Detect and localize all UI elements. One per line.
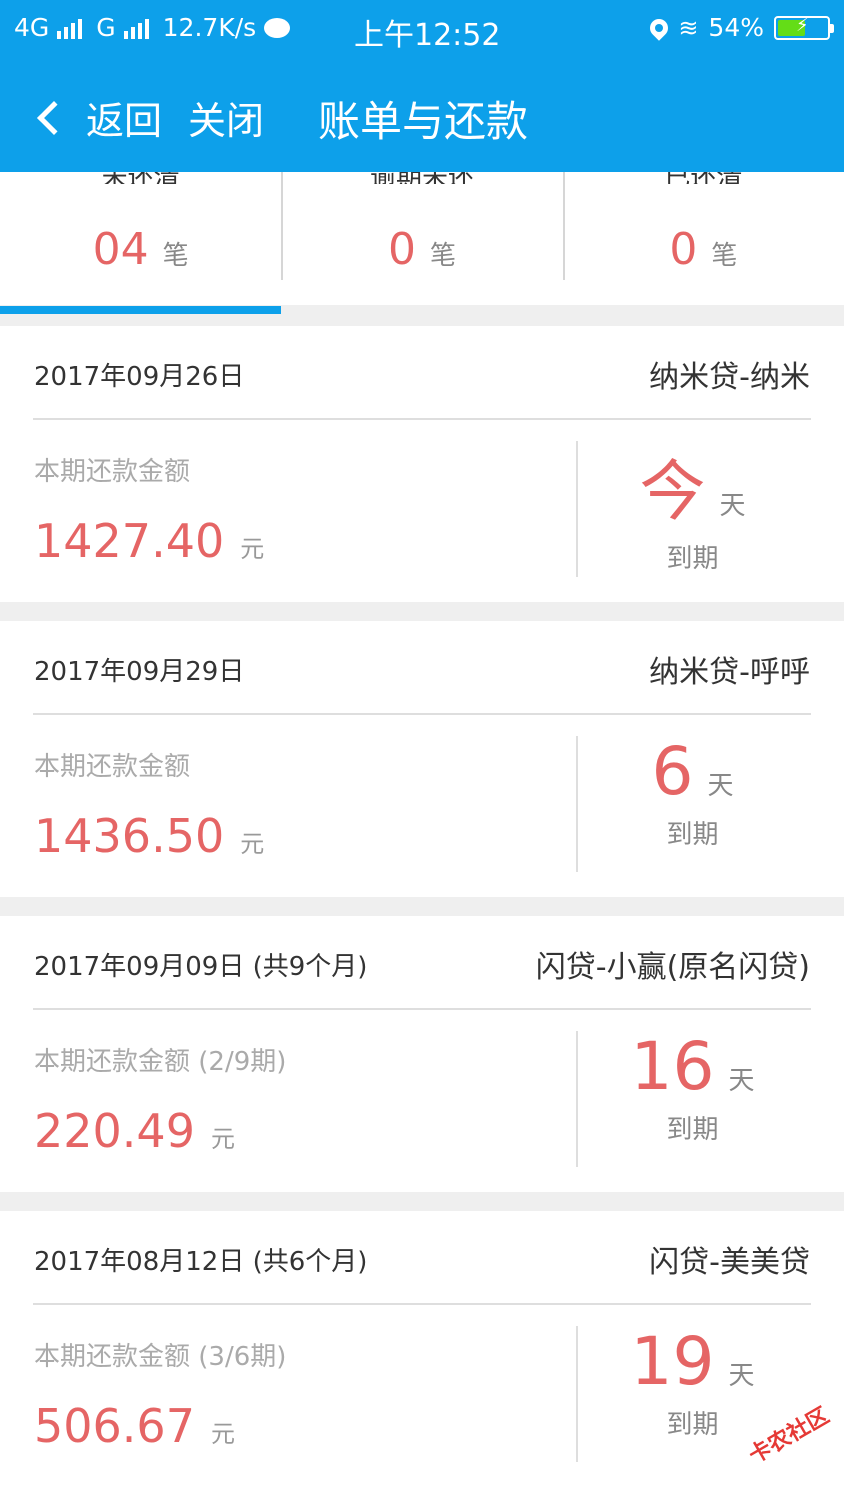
chat-bubble-icon [264, 17, 291, 38]
due-label: 到期 [666, 544, 719, 574]
tab-count: 0笔 [281, 224, 562, 275]
due-days: 19 [630, 1323, 715, 1400]
bill-card[interactable]: 2017年09月09日 (共9个月) 闪贷-小赢(原名闪贷) 本期还款金额 (2… [0, 916, 844, 1192]
divider-vertical [576, 441, 578, 577]
amount-label: 本期还款金额 (3/6期) [34, 1342, 287, 1372]
amount-unit: 元 [210, 1420, 235, 1448]
tab-count-unit: 笔 [162, 241, 189, 271]
amount-label: 本期还款金额 [34, 752, 191, 782]
battery-icon: ⚡ [774, 15, 834, 40]
bill-card[interactable]: 2017年09月29日 纳米贷-呼呼 本期还款金额 1436.50 元 6天 到期 [0, 621, 844, 897]
bill-date: 2017年09月26日 [34, 362, 245, 392]
tab-count-unit: 笔 [711, 241, 738, 271]
amount-number: 1427.40 [34, 514, 225, 568]
bill-product-name: 闪贷-美美贷 [649, 1245, 810, 1280]
due-info: 19 天 到期 [580, 1323, 805, 1441]
close-button[interactable]: 关闭 [188, 90, 264, 145]
amount-value: 1436.50 元 [34, 809, 264, 863]
back-label: 返回 [86, 99, 163, 143]
signal-icon-2 [123, 17, 149, 39]
battery-percent: 54% [708, 13, 764, 42]
location-icon [646, 14, 673, 41]
divider [33, 1008, 811, 1010]
tab-paid[interactable]: 已还清 0笔 [562, 166, 844, 305]
amount-unit: 元 [210, 1125, 235, 1153]
status-right: ≋ 54% ⚡ [646, 13, 834, 42]
nav-bar: 返回 关闭 账单与还款 [0, 78, 844, 156]
due-label: 到期 [666, 1115, 719, 1145]
network-speed: 12.7K/s [162, 13, 257, 42]
clock: 上午12:52 [354, 18, 501, 53]
due-days: 16 [630, 1028, 715, 1105]
bill-date: 2017年08月12日 (共6个月) [34, 1247, 368, 1277]
chevron-left-icon [37, 100, 71, 135]
tab-count-number: 04 [92, 224, 149, 275]
amount-number: 1436.50 [34, 809, 225, 863]
due-info: 16 天 到期 [580, 1028, 805, 1146]
amount-label: 本期还款金额 [34, 457, 191, 487]
divider [33, 1303, 811, 1305]
bill-date: 2017年09月29日 [34, 657, 245, 687]
tab-count: 04 笔 [0, 224, 281, 275]
amount-number: 220.49 [34, 1104, 195, 1158]
amount-value: 220.49 元 [34, 1104, 235, 1158]
tab-count-number: 0 [669, 224, 698, 275]
bill-product-name: 闪贷-小赢(原名闪贷) [535, 950, 810, 985]
amount-value: 506.67 元 [34, 1399, 235, 1453]
due-unit: 天 [719, 491, 746, 521]
wifi-icon: ≋ [678, 13, 699, 42]
back-button[interactable]: 返回 [34, 90, 162, 145]
amount-unit: 元 [240, 830, 265, 858]
tab-unpaid[interactable]: 未还清 04 笔 [0, 166, 281, 305]
tab-count: 0笔 [563, 224, 844, 275]
tab-indicator [0, 306, 281, 314]
status-bar: 4G G 12.7K/s 上午12:52 ≋ 54% ⚡ [0, 0, 844, 58]
bill-card[interactable]: 2017年09月26日 纳米贷-纳米 本期还款金额 1427.40 元 今天 到期 [0, 326, 844, 602]
network-type-4g: 4G [14, 13, 50, 42]
due-days: 今 [639, 453, 706, 530]
due-days: 6 [651, 733, 694, 810]
bill-product-name: 纳米贷-呼呼 [649, 655, 810, 690]
bill-date: 2017年09月09日 (共9个月) [34, 952, 368, 982]
amount-unit: 元 [240, 535, 265, 563]
amount-number: 506.67 [34, 1399, 195, 1453]
due-unit: 天 [707, 771, 734, 801]
status-left: 4G G 12.7K/s [14, 13, 291, 42]
divider [33, 713, 811, 715]
divider [33, 418, 811, 420]
bill-card[interactable]: 2017年08月12日 (共6个月) 闪贷-美美贷 本期还款金额 (3/6期) … [0, 1211, 844, 1500]
signal-icon [57, 17, 83, 39]
status-tabs: 未还清 04 笔 逾期未还 0笔 已还清 0笔 [0, 166, 844, 305]
due-label: 到期 [666, 820, 719, 850]
page-title: 账单与还款 [318, 97, 529, 146]
divider-vertical [576, 736, 578, 872]
due-info: 今天 到期 [580, 438, 805, 575]
network-type-g: G [96, 13, 116, 42]
divider-vertical [576, 1326, 578, 1462]
due-unit: 天 [728, 1361, 755, 1391]
due-unit: 天 [728, 1066, 755, 1096]
bill-product-name: 纳米贷-纳米 [649, 360, 810, 395]
due-info: 6天 到期 [580, 733, 805, 851]
amount-value: 1427.40 元 [34, 514, 264, 568]
tab-overdue[interactable]: 逾期未还 0笔 [281, 166, 562, 305]
divider-vertical [576, 1031, 578, 1167]
tab-count-number: 0 [387, 224, 416, 275]
amount-label: 本期还款金额 (2/9期) [34, 1047, 287, 1077]
tab-count-unit: 笔 [429, 241, 456, 271]
app-header: 4G G 12.7K/s 上午12:52 ≋ 54% ⚡ 返回 关闭 账单与还款 [0, 0, 844, 172]
